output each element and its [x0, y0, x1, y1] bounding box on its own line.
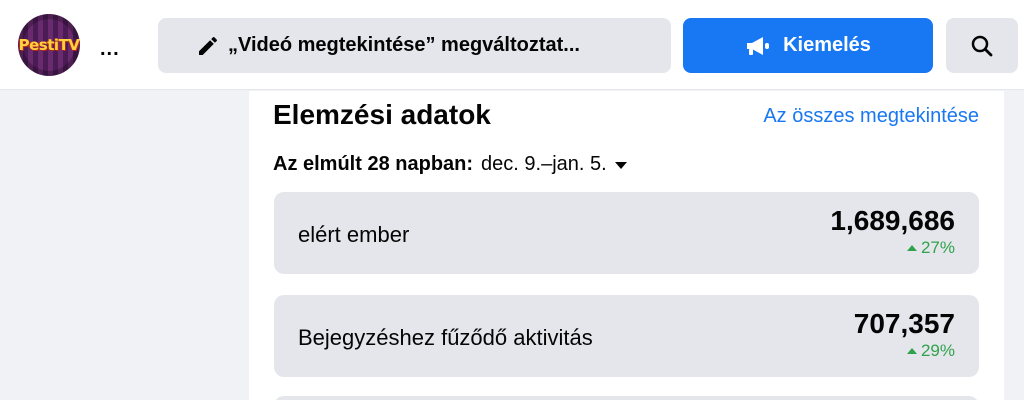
- stat-value: 707,357: [853, 308, 955, 339]
- period-selector[interactable]: Az elmúlt 28 napban: dec. 9.–jan. 5.: [273, 153, 627, 176]
- stat-change-value: 29%: [920, 341, 955, 360]
- stat-value: 1,689,686: [830, 205, 955, 236]
- promote-button[interactable]: Kiemelés: [683, 18, 933, 73]
- period-value: dec. 9.–jan. 5.: [481, 153, 607, 175]
- stat-change: 29%: [906, 341, 955, 361]
- see-all-link[interactable]: Az összes megtekintése: [763, 105, 979, 128]
- promote-button-label: Kiemelés: [783, 34, 871, 56]
- period-label: Az elmúlt 28 napban:: [273, 153, 474, 175]
- more-options-button[interactable]: ...: [100, 38, 120, 61]
- up-arrow-icon: [906, 245, 917, 251]
- stat-row-engagement[interactable]: Bejegyzéshez fűződő aktivitás 707,357 29…: [274, 295, 979, 377]
- search-button[interactable]: [946, 18, 1018, 73]
- up-arrow-icon: [906, 348, 917, 354]
- megaphone-icon: [747, 36, 770, 55]
- caret-down-icon: [614, 162, 627, 169]
- top-bar: PestiTV ... „Videó megtekintése” megvált…: [0, 0, 1024, 90]
- stat-change: 27%: [906, 238, 955, 258]
- pencil-icon: [199, 37, 217, 55]
- page-avatar[interactable]: PestiTV: [18, 14, 80, 76]
- stat-name: elért ember: [298, 222, 410, 247]
- stat-row-reach[interactable]: elért ember 1,689,686 27%: [274, 192, 979, 274]
- insights-title: Elemzési adatok: [273, 99, 491, 130]
- avatar-logo: PestiTV: [18, 36, 80, 54]
- stat-change-value: 27%: [920, 238, 955, 257]
- search-icon: [971, 35, 993, 56]
- edit-button-action[interactable]: „Videó megtekintése” megváltoztat...: [158, 18, 671, 73]
- stat-name: Bejegyzéshez fűződő aktivitás: [298, 325, 593, 350]
- edit-button-label: „Videó megtekintése” megváltoztat...: [228, 34, 580, 56]
- stat-row-partial[interactable]: [274, 396, 979, 400]
- insights-card: Elemzési adatok Az összes megtekintése A…: [249, 91, 1004, 400]
